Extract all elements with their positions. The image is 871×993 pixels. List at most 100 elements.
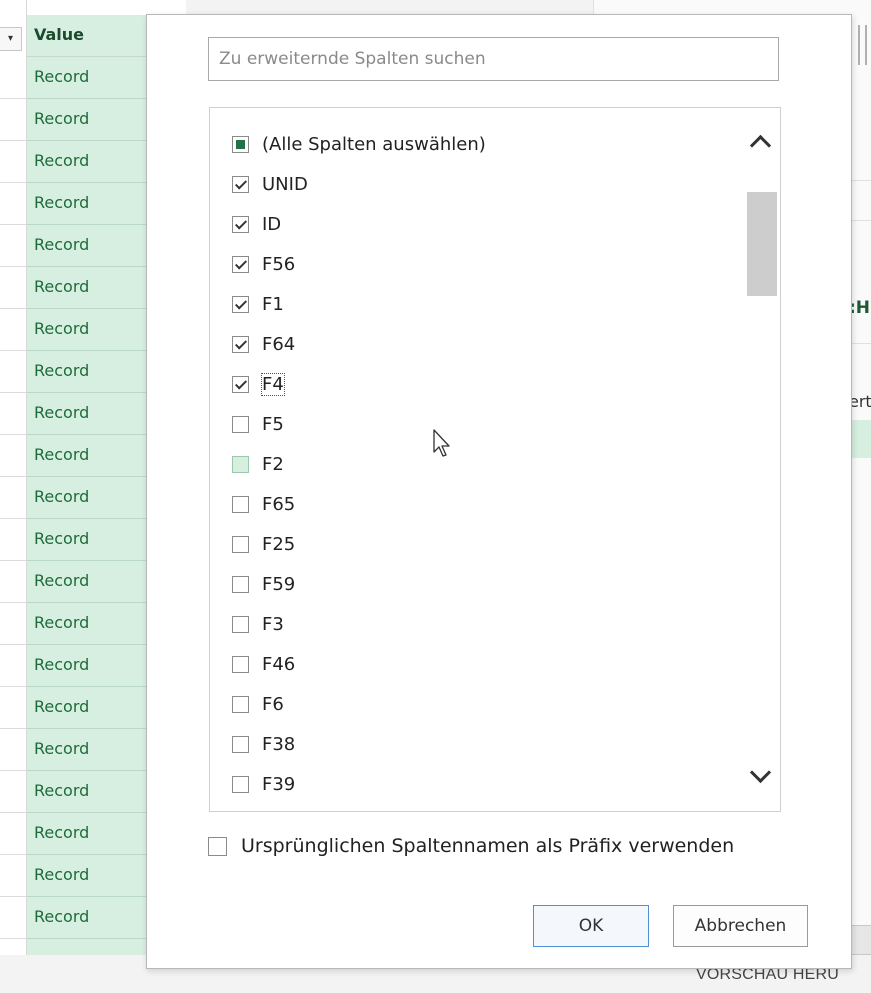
column-checkbox[interactable] [232,375,249,393]
grid-row-index-cell[interactable] [0,309,26,351]
column-checkbox[interactable] [232,735,249,753]
list-item[interactable]: F7 [232,808,284,811]
list-item[interactable]: F3 [232,608,284,640]
column-label: F4 [261,372,285,396]
column-checkbox[interactable] [232,295,249,313]
chevron-down-icon [749,761,772,784]
column-checkbox[interactable] [232,255,249,273]
list-item[interactable]: ID [232,208,281,240]
grid-row-index-cell[interactable] [0,687,26,729]
column-checkbox[interactable] [232,695,249,713]
column-label: F46 [262,653,296,675]
record-link[interactable]: Record [34,235,89,254]
grid-row-index-cell[interactable] [0,57,26,99]
list-item[interactable]: F56 [232,248,295,280]
list-item[interactable]: UNID [232,168,308,200]
record-link[interactable]: Record [34,529,89,548]
record-link[interactable]: Record [34,739,89,758]
grid-row-index-cell[interactable] [0,351,26,393]
record-link[interactable]: Record [34,193,89,212]
grid-row-index-cell[interactable] [0,477,26,519]
grid-row-index-cell[interactable] [0,435,26,477]
pane-bottom-button[interactable] [849,925,871,955]
prefix-label: Ursprünglichen Spaltennamen als Präfix v… [241,835,735,857]
record-link[interactable]: Record [34,67,89,86]
column-list[interactable]: (Alle Spalten auswählen) UNID ID F56 F1 F64 F4… [209,107,781,812]
scroll-up-button[interactable] [746,130,774,157]
list-item[interactable]: F65 [232,488,295,520]
pane-grip-icon [856,25,871,65]
record-link[interactable]: Record [34,403,89,422]
column-label: F5 [262,413,284,435]
column-label: F65 [262,493,296,515]
column-checkbox[interactable] [232,615,249,633]
grid-row-index-cell[interactable] [0,813,26,855]
column-checkbox[interactable] [232,775,249,793]
grid-row-index-cell[interactable] [0,603,26,645]
column-checkbox[interactable] [232,495,249,513]
column-label: F64 [262,333,296,355]
grid-row-index-cell[interactable] [0,561,26,603]
record-link[interactable]: Record [34,865,89,884]
record-link[interactable]: Record [34,319,89,338]
select-all-item[interactable]: (Alle Spalten auswählen) [232,128,486,160]
grid-row-index-cell[interactable] [0,897,26,939]
column-checkbox[interactable] [232,415,249,433]
record-link[interactable]: Record [34,445,89,464]
column-list-scrollbar[interactable] [740,108,780,811]
grid-row-index-cell[interactable] [0,183,26,225]
list-item[interactable]: F59 [232,568,295,600]
list-item[interactable]: F39 [232,768,295,800]
record-link[interactable]: Record [34,697,89,716]
pane-selected-step[interactable] [849,420,871,458]
list-item[interactable]: F5 [232,408,284,440]
column-checkbox[interactable] [232,215,249,233]
list-item[interactable]: F64 [232,328,295,360]
column-label: UNID [262,173,308,195]
list-item[interactable]: F46 [232,648,295,680]
grid-row-index-cell[interactable] [0,645,26,687]
grid-row-index-cell[interactable] [0,267,26,309]
scroll-thumb[interactable] [747,192,777,296]
record-link[interactable]: Record [34,109,89,128]
list-item[interactable]: F4 [232,368,285,400]
record-link[interactable]: Record [34,613,89,632]
record-link[interactable]: Record [34,361,89,380]
column-label: F6 [262,693,284,715]
record-link[interactable]: Record [34,277,89,296]
record-link[interactable]: Record [34,151,89,170]
record-link[interactable]: Record [34,781,89,800]
grid-row-index-cell[interactable] [0,393,26,435]
column-search-input[interactable] [208,37,779,81]
record-link[interactable]: Record [34,571,89,590]
grid-row-index-cell[interactable] [0,855,26,897]
ok-button[interactable]: OK [533,905,649,947]
grid-row-index-cell[interactable] [0,99,26,141]
grid-row-index-cell[interactable] [0,141,26,183]
prefix-checkbox[interactable] [208,836,227,856]
column-filter-button[interactable]: ▾ [0,27,22,51]
column-checkbox[interactable] [232,335,249,353]
column-checkbox[interactable] [232,455,249,473]
grid-row-index-cell[interactable] [0,771,26,813]
select-all-checkbox[interactable] [232,135,249,153]
grid-row-index-cell[interactable] [0,225,26,267]
column-checkbox[interactable] [232,535,249,553]
list-item[interactable]: F2 [232,448,284,480]
list-item[interactable]: F1 [232,288,284,320]
grid-row-index-cell[interactable] [0,729,26,771]
list-item[interactable]: F38 [232,728,295,760]
grid-row-index-cell[interactable] [0,519,26,561]
column-checkbox[interactable] [232,175,249,193]
record-link[interactable]: Record [34,487,89,506]
record-link[interactable]: Record [34,655,89,674]
list-item[interactable]: F25 [232,528,295,560]
scroll-down-button[interactable] [746,761,774,787]
column-checkbox[interactable] [232,575,249,593]
cancel-button[interactable]: Abbrechen [673,905,808,947]
record-link[interactable]: Record [34,907,89,926]
prefix-option[interactable]: Ursprünglichen Spaltennamen als Präfix v… [208,835,734,857]
record-link[interactable]: Record [34,823,89,842]
column-checkbox[interactable] [232,655,249,673]
list-item[interactable]: F6 [232,688,284,720]
